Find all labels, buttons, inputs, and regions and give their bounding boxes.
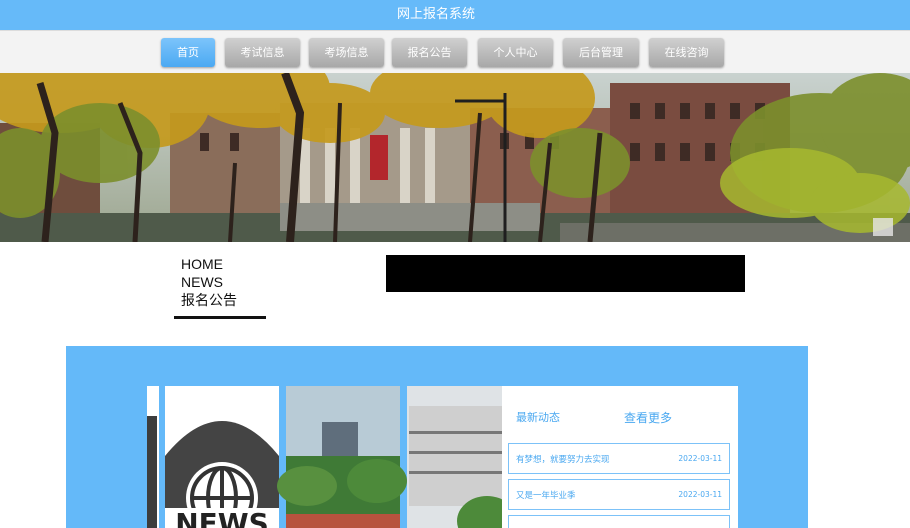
- slide-news-text: NEWS: [175, 507, 269, 528]
- latest-news-title: 最新动态: [516, 409, 560, 425]
- main-navigation: 首页 考试信息 考场信息 报名公告 个人中心 后台管理 在线咨询: [0, 30, 910, 74]
- news-item-date: 2022-03-11: [678, 454, 722, 463]
- nav-home-button[interactable]: 首页: [161, 38, 215, 67]
- news-panel: NEWS 最新动态 查看更多 有梦想，就要努力去实现 2022-03-11 又是…: [66, 346, 808, 528]
- news-list-item[interactable]: 又是一年毕业季 2022-03-11: [508, 479, 730, 510]
- view-more-link[interactable]: 查看更多: [624, 409, 672, 426]
- latest-news-card: 最新动态 查看更多 有梦想，就要努力去实现 2022-03-11 又是一年毕业季…: [502, 386, 738, 528]
- news-list-item[interactable]: [508, 515, 730, 528]
- nav-consult-button[interactable]: 在线咨询: [649, 38, 724, 67]
- news-list-item[interactable]: 有梦想，就要努力去实现 2022-03-11: [508, 443, 730, 474]
- section-underline: [174, 316, 266, 319]
- campus-banner-image: [0, 73, 910, 242]
- news-item-date: 2022-03-11: [678, 490, 722, 499]
- news-image-slider[interactable]: NEWS: [147, 386, 502, 528]
- site-title: 网上报名系统: [0, 0, 872, 30]
- news-item-title: 有梦想，就要努力去实现: [516, 453, 610, 465]
- section-heading-announcement: 报名公告: [181, 291, 237, 309]
- section-heading-news: NEWS: [181, 273, 237, 291]
- news-item-title: 又是一年毕业季: [516, 489, 576, 501]
- nav-admin-button[interactable]: 后台管理: [563, 38, 639, 67]
- nav-personal-center-button[interactable]: 个人中心: [478, 38, 553, 67]
- section-heading-home: HOME: [181, 255, 237, 273]
- nav-exam-info-button[interactable]: 考试信息: [225, 38, 300, 67]
- black-banner-block: [386, 255, 745, 292]
- top-header-bar: 网上报名系统: [0, 0, 910, 30]
- nav-exam-room-button[interactable]: 考场信息: [309, 38, 384, 67]
- nav-announcement-button[interactable]: 报名公告: [392, 38, 467, 67]
- section-heading: HOME NEWS 报名公告: [181, 255, 237, 309]
